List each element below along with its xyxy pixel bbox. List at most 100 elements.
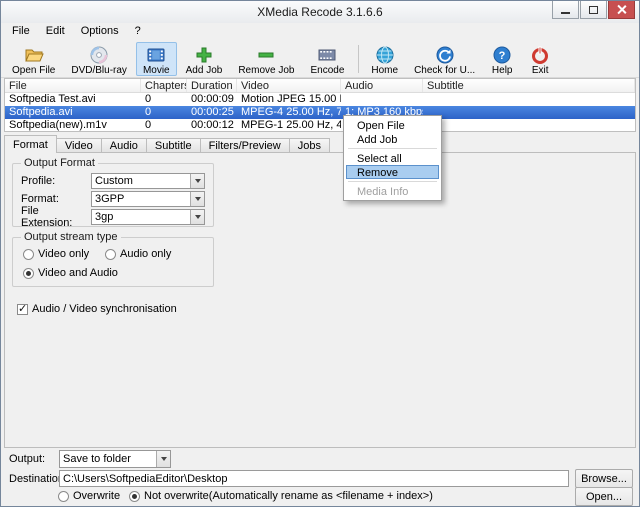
profile-select[interactable]: Custom <box>91 173 205 189</box>
group-title: Output stream type <box>21 231 121 243</box>
check-updates-button[interactable]: Check for U... <box>407 42 482 76</box>
file-row[interactable]: Softpedia(new).m1v 0 00:00:12 MPEG-1 25.… <box>5 119 635 132</box>
context-menu-add-job[interactable]: Add Job <box>346 132 439 146</box>
browse-button[interactable]: Browse... <box>575 469 633 488</box>
question-icon: ? <box>491 45 513 65</box>
encode-button[interactable]: Encode <box>303 42 351 76</box>
maximize-button[interactable] <box>580 1 607 19</box>
toolbar-button-label: Add Job <box>185 65 223 76</box>
radio-not-overwrite[interactable]: Not overwrite(Automatically rename as <f… <box>129 490 433 502</box>
toolbar-separator <box>358 45 360 73</box>
column-header-duration[interactable]: Duration <box>187 79 237 92</box>
radio-video-and-audio[interactable]: Video and Audio <box>23 267 118 279</box>
menu-separator <box>348 148 437 149</box>
cell-chapters: 0 <box>145 93 152 105</box>
toolbar-button-label: Home <box>371 65 399 76</box>
radio-icon <box>105 248 116 260</box>
dvd-bluray-button[interactable]: DVD/Blu-ray <box>64 42 134 76</box>
column-header-subtitle[interactable]: Subtitle <box>423 79 635 92</box>
menu-edit[interactable]: Edit <box>38 23 73 41</box>
titlebar[interactable]: XMedia Recode 3.1.6.6 <box>1 1 639 23</box>
format-select[interactable]: 3GPP <box>91 191 205 207</box>
chevron-down-icon <box>190 174 204 188</box>
context-menu: Open File Add Job Select all Remove Medi… <box>343 115 442 201</box>
context-menu-select-all[interactable]: Select all <box>346 151 439 165</box>
app-window: XMedia Recode 3.1.6.6 File Edit Options … <box>0 0 640 507</box>
menubar: File Edit Options ? <box>1 23 639 41</box>
tab-video[interactable]: Video <box>55 138 102 153</box>
tab-subtitle[interactable]: Subtitle <box>145 138 201 153</box>
menu-options[interactable]: Options <box>73 23 127 41</box>
tab-format[interactable]: Format <box>4 135 57 153</box>
column-header-audio[interactable]: Audio <box>341 79 423 92</box>
format-label: Format: <box>21 193 59 205</box>
toolbar-button-label: Open File <box>12 65 56 76</box>
cell-file: Softpedia(new).m1v <box>9 119 107 131</box>
radio-overwrite[interactable]: Overwrite <box>58 490 120 502</box>
toolbar-button-label: Movie <box>142 65 170 76</box>
remove-job-button[interactable]: Remove Job <box>231 42 301 76</box>
cell-chapters: 0 <box>145 106 152 118</box>
movie-button[interactable]: Movie <box>135 42 177 76</box>
cell-duration: 00:00:25 <box>191 106 234 118</box>
checkbox-icon <box>17 302 28 315</box>
column-header-chapters[interactable]: Chapters <box>141 79 187 92</box>
toolbar-button-label: Remove Job <box>238 65 295 76</box>
tab-jobs[interactable]: Jobs <box>288 138 330 153</box>
close-button[interactable] <box>608 1 635 19</box>
context-menu-media-info[interactable]: Media Info <box>346 184 439 198</box>
context-menu-open-file[interactable]: Open File <box>346 118 439 132</box>
file-row-selected[interactable]: Softpedia.avi 0 00:00:25 MPEG-4 25.00 Hz… <box>5 106 635 119</box>
cell-subtitle <box>423 119 635 132</box>
menu-help[interactable]: ? <box>127 23 149 41</box>
output-format-group: Output Format Profile: Custom Format: 3G… <box>12 157 214 229</box>
chevron-down-icon <box>190 210 204 224</box>
av-sync-checkbox[interactable]: Audio / Video synchronisation <box>17 302 177 315</box>
globe-icon <box>374 45 396 65</box>
cell-chapters: 0 <box>145 119 152 131</box>
add-job-button[interactable]: Add Job <box>179 42 230 76</box>
radio-icon <box>58 490 69 502</box>
cell-file: Softpedia.avi <box>9 106 73 118</box>
radio-audio-only[interactable]: Audio only <box>105 248 171 260</box>
toolbar: Open File DVD/Blu-ray Movie Add Job Remo… <box>1 41 639 78</box>
film-icon <box>145 45 167 65</box>
destination-input[interactable] <box>59 470 569 487</box>
minimize-icon <box>561 11 570 14</box>
output-mode-select[interactable]: Save to folder <box>59 450 171 468</box>
tab-audio[interactable]: Audio <box>100 138 147 153</box>
file-extension-select[interactable]: 3gp <box>91 209 205 225</box>
help-button[interactable]: ? Help <box>484 42 520 76</box>
minimize-button[interactable] <box>552 1 579 19</box>
cell-video: Motion JPEG 15.00 Hz, 32... <box>241 93 341 105</box>
radio-icon <box>23 248 34 260</box>
plus-icon <box>193 45 215 65</box>
window-title: XMedia Recode 3.1.6.6 <box>257 5 383 19</box>
file-list: File Chapters Duration Video Audio Subti… <box>4 78 636 132</box>
close-icon <box>616 4 627 15</box>
menu-file[interactable]: File <box>4 23 38 41</box>
toolbar-button-label: DVD/Blu-ray <box>71 65 127 76</box>
home-button[interactable]: Home <box>364 42 405 76</box>
context-menu-remove[interactable]: Remove <box>346 165 439 179</box>
power-icon <box>529 45 551 65</box>
tab-filters-preview[interactable]: Filters/Preview <box>199 138 290 153</box>
folder-open-icon <box>23 45 45 65</box>
radio-icon <box>129 490 140 502</box>
cell-duration: 00:00:12 <box>191 119 234 131</box>
output-stream-type-group: Output stream type Video only Audio only… <box>12 231 214 287</box>
file-row[interactable]: Softpedia Test.avi 0 00:00:09 Motion JPE… <box>5 93 635 106</box>
radio-video-only[interactable]: Video only <box>23 248 89 260</box>
cell-subtitle <box>423 106 635 119</box>
chevron-down-icon <box>156 451 170 467</box>
file-list-header: File Chapters Duration Video Audio Subti… <box>5 79 635 93</box>
open-file-button[interactable]: Open File <box>5 42 62 76</box>
column-header-file[interactable]: File <box>5 79 141 92</box>
format-tab-panel: Output Format Profile: Custom Format: 3G… <box>4 152 636 448</box>
cell-duration: 00:00:09 <box>191 93 234 105</box>
exit-button[interactable]: Exit <box>522 42 558 76</box>
open-button[interactable]: Open... <box>575 487 633 506</box>
output-section: Output: Save to folder Destination: Brow… <box>1 448 639 506</box>
column-header-video[interactable]: Video <box>237 79 341 92</box>
toolbar-button-label: Encode <box>310 65 345 76</box>
